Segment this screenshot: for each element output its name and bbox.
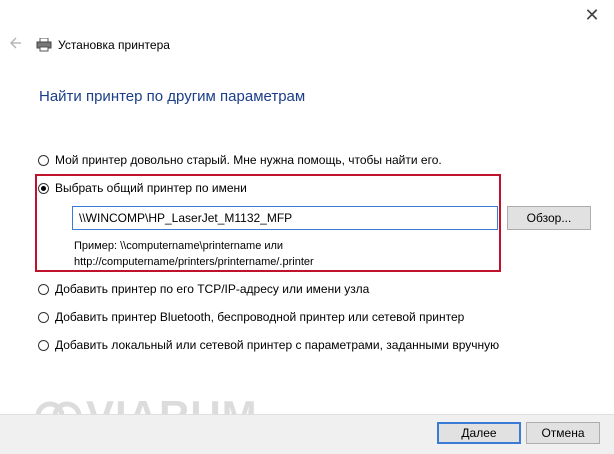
option-tcpip[interactable]: Добавить принтер по его TCP/IP-адресу ил… — [38, 282, 369, 296]
example-hint: Пример: \\computername\printername или h… — [74, 238, 314, 270]
radio-shared-printer[interactable] — [38, 182, 49, 194]
title-bar: ✕ — [0, 0, 614, 32]
next-button[interactable]: Далее — [437, 422, 521, 444]
example-line-1: Пример: \\computername\printername или — [74, 240, 284, 252]
option-shared-printer[interactable]: Выбрать общий принтер по имени — [38, 181, 247, 195]
option-old-printer[interactable]: Мой принтер довольно старый. Мне нужна п… — [38, 153, 442, 167]
radio-tcpip[interactable] — [38, 283, 49, 295]
cancel-button[interactable]: Отмена — [526, 422, 600, 444]
option-label: Добавить принтер по его TCP/IP-адресу ил… — [55, 282, 370, 296]
printer-name-input[interactable] — [72, 206, 498, 230]
back-arrow-icon[interactable] — [8, 36, 22, 50]
radio-manual[interactable] — [38, 339, 49, 351]
option-manual[interactable]: Добавить локальный или сетевой принтер с… — [38, 338, 499, 352]
window-title: Установка принтера — [58, 38, 170, 52]
page-heading: Найти принтер по другим параметрам — [39, 88, 306, 105]
browse-button[interactable]: Обзор... — [507, 206, 591, 230]
radio-bluetooth[interactable] — [38, 311, 49, 323]
close-button[interactable]: ✕ — [577, 4, 607, 26]
example-line-2: http://computername/printers/printername… — [74, 256, 314, 268]
footer-bar — [0, 414, 614, 454]
option-label: Добавить принтер Bluetooth, беспроводной… — [55, 310, 465, 324]
option-bluetooth[interactable]: Добавить принтер Bluetooth, беспроводной… — [38, 310, 464, 324]
option-label: Мой принтер довольно старый. Мне нужна п… — [55, 153, 442, 167]
printer-icon — [36, 38, 52, 52]
option-label: Выбрать общий принтер по имени — [55, 181, 247, 195]
radio-old-printer[interactable] — [38, 154, 49, 166]
option-label: Добавить локальный или сетевой принтер с… — [55, 338, 500, 352]
